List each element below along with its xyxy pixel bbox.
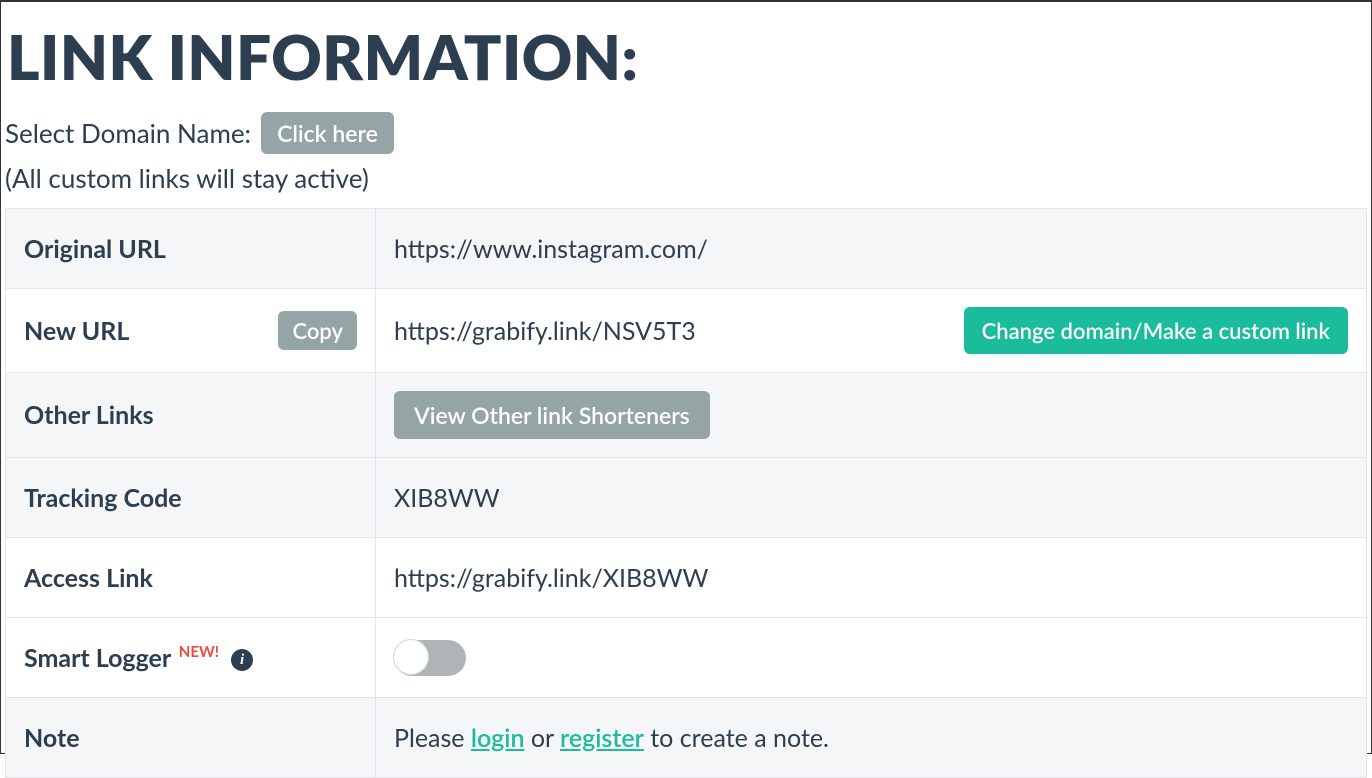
value-original-url: https://www.instagram.com/ [376, 209, 1367, 289]
value-tracking-code: XIB8WW [376, 458, 1367, 538]
value-other-links: View Other link Shorteners [376, 373, 1367, 458]
register-link[interactable]: register [560, 723, 644, 753]
domain-select-row: Select Domain Name: Click here [1, 112, 1371, 158]
toggle-knob [393, 639, 429, 675]
note-middle: or [524, 723, 560, 753]
label-new-url: New URL Copy [6, 289, 376, 373]
info-icon[interactable]: i [231, 649, 253, 671]
label-tracking-code: Tracking Code [6, 458, 376, 538]
row-tracking-code: Tracking Code XIB8WW [6, 458, 1367, 538]
label-note: Note [6, 698, 376, 778]
label-access-link: Access Link [6, 538, 376, 618]
value-note: Please login or register to create a not… [376, 698, 1367, 778]
label-new-url-text: New URL [24, 316, 129, 346]
smart-logger-toggle[interactable] [394, 640, 466, 676]
copy-button[interactable]: Copy [278, 311, 357, 350]
row-original-url: Original URL https://www.instagram.com/ [6, 209, 1367, 289]
note-suffix: to create a note. [644, 723, 829, 753]
change-domain-button[interactable]: Change domain/Make a custom link [964, 307, 1348, 354]
view-other-shorteners-button[interactable]: View Other link Shorteners [394, 391, 710, 439]
new-badge: NEW! [179, 643, 219, 661]
select-domain-button[interactable]: Click here [261, 112, 394, 154]
value-smart-logger [376, 618, 1367, 698]
label-other-links: Other Links [6, 373, 376, 458]
row-note: Note Please login or register to create … [6, 698, 1367, 778]
value-access-link: https://grabify.link/XIB8WW [376, 538, 1367, 618]
login-link[interactable]: login [471, 723, 525, 753]
info-table: Original URL https://www.instagram.com/ … [5, 208, 1367, 778]
domain-select-label: Select Domain Name: [5, 117, 251, 149]
value-new-url-cell: https://grabify.link/NSV5T3 Change domai… [376, 289, 1367, 373]
note-prefix: Please [394, 723, 471, 753]
row-new-url: New URL Copy https://grabify.link/NSV5T3… [6, 289, 1367, 373]
label-smart-logger: Smart Logger NEW! i [6, 618, 376, 698]
label-original-url: Original URL [6, 209, 376, 289]
row-access-link: Access Link https://grabify.link/XIB8WW [6, 538, 1367, 618]
value-new-url: https://grabify.link/NSV5T3 [394, 316, 696, 346]
custom-links-note: (All custom links will stay active) [1, 158, 1371, 208]
row-other-links: Other Links View Other link Shorteners [6, 373, 1367, 458]
label-smart-logger-text: Smart Logger [24, 643, 171, 673]
row-smart-logger: Smart Logger NEW! i [6, 618, 1367, 698]
page-title: LINK INFORMATION: [1, 2, 1371, 112]
